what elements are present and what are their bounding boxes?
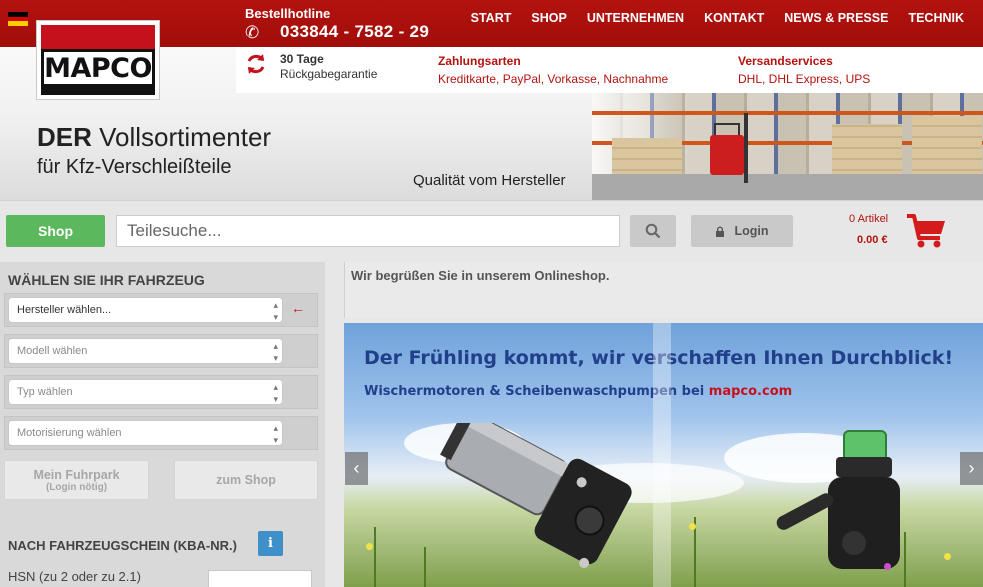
cart-total[interactable]: 0.00 € [857, 234, 888, 246]
phone-icon: ✆ [245, 23, 260, 42]
slide-next-button[interactable]: › [960, 452, 983, 485]
welcome-box: Wir begrüßen Sie in unserem Onlineshop. [344, 262, 983, 318]
return-days: 30 Tage [280, 52, 324, 66]
slide-divider [653, 323, 671, 587]
search-bar: Shop Login [0, 200, 983, 260]
forklift-image [710, 113, 748, 183]
hero-subtitle: für Kfz-Verschleißteile [37, 156, 232, 178]
my-fleet-button[interactable]: Mein Fuhrpark (Login nötig) [4, 460, 149, 500]
hsn-input[interactable] [208, 570, 312, 587]
shop-button[interactable]: Shop [6, 215, 105, 247]
shipping-title[interactable]: Versandservices [738, 54, 833, 68]
return-guarantee-text: Rückgabegarantie [280, 67, 378, 81]
vehicle-selection-heading: WÄHLEN SIE IHR FAHRZEUG [8, 272, 205, 288]
nav-start[interactable]: START [471, 11, 512, 25]
payment-title[interactable]: Zahlungsarten [438, 54, 521, 68]
site-header: Bestellhotline ✆ 033844 - 7582 - 29 STAR… [0, 0, 983, 200]
type-select[interactable]: Typ wählen ▴ ▾ [8, 379, 283, 405]
warehouse-photo [592, 93, 983, 200]
slide-subheadline: Wischermotoren & Scheibenwaschpumpen bei… [364, 384, 793, 399]
welcome-text: Wir begrüßen Sie in unserem Onlineshop. [351, 268, 610, 283]
shopping-cart-icon[interactable] [905, 212, 947, 250]
manufacturer-row: Hersteller wählen... ▴ ▾ ← [4, 293, 318, 327]
login-button[interactable]: Login [691, 215, 793, 247]
select-arrows-icon: ▴ ▾ [273, 300, 278, 322]
logo-wordmark: MAPCO [41, 49, 155, 87]
hotline-label: Bestellhotline [245, 6, 331, 21]
service-info-bar: 30 Tage Rückgabegarantie Zahlungsarten K… [236, 47, 983, 93]
search-icon [645, 223, 661, 239]
mapco-logo[interactable]: MAPCO [36, 20, 160, 100]
top-navigation: START SHOP UNTERNEHMEN KONTAKT NEWS & PR… [471, 11, 983, 25]
arrow-left-icon: ← [291, 300, 305, 316]
manufacturer-select[interactable]: Hersteller wählen... ▴ ▾ [8, 297, 283, 323]
kba-heading: NACH FAHRZEUGSCHEIN (KBA-NR.) [8, 538, 237, 553]
select-arrows-icon: ▴ ▾ [273, 382, 278, 404]
hsn-label: HSN (zu 2 oder zu 2.1) [8, 569, 141, 584]
nav-unternehmen[interactable]: UNTERNEHMEN [587, 11, 684, 25]
wiper-motor-image [440, 423, 632, 568]
slide-prev-button[interactable]: ‹ [345, 452, 368, 485]
nav-kontakt[interactable]: KONTAKT [704, 11, 764, 25]
payment-methods: Kreditkarte, PayPal, Vorkasse, Nachnahme [438, 72, 669, 86]
cart-item-count[interactable]: 0 Artikel [849, 213, 888, 225]
model-row: Modell wählen ▴ ▾ [4, 334, 318, 368]
nav-shop[interactable]: SHOP [531, 11, 566, 25]
engine-select[interactable]: Motorisierung wählen ▴ ▾ [8, 420, 283, 446]
to-shop-button[interactable]: zum Shop [174, 460, 318, 500]
hero-title: DER Vollsortimenter [37, 122, 272, 152]
nav-news-presse[interactable]: NEWS & PRESSE [784, 11, 888, 25]
promo-slider[interactable]: Der Frühling kommt, wir verschaffen Ihne… [344, 323, 983, 587]
select-arrows-icon: ▴ ▾ [273, 341, 278, 363]
engine-row: Motorisierung wählen ▴ ▾ [4, 416, 318, 450]
hotline-number: 033844 - 7582 - 29 [280, 22, 430, 41]
select-arrows-icon: ▴ ▾ [273, 423, 278, 445]
washer-pump-image [776, 430, 900, 569]
lock-icon [716, 226, 725, 237]
info-icon[interactable]: i [258, 531, 283, 556]
german-flag-icon[interactable] [8, 12, 28, 26]
parts-search-input[interactable] [116, 215, 620, 247]
nav-technik[interactable]: TECHNIK [908, 11, 964, 25]
hero-tagline: Qualität vom Hersteller [413, 172, 566, 189]
shipping-services: DHL, DHL Express, UPS [738, 72, 871, 86]
model-select[interactable]: Modell wählen ▴ ▾ [8, 338, 283, 364]
refresh-icon [247, 54, 265, 74]
search-button[interactable] [630, 215, 676, 247]
login-label: Login [734, 224, 769, 238]
type-row: Typ wählen ▴ ▾ [4, 375, 318, 409]
vehicle-selector-sidebar: WÄHLEN SIE IHR FAHRZEUG Hersteller wähle… [0, 262, 325, 587]
